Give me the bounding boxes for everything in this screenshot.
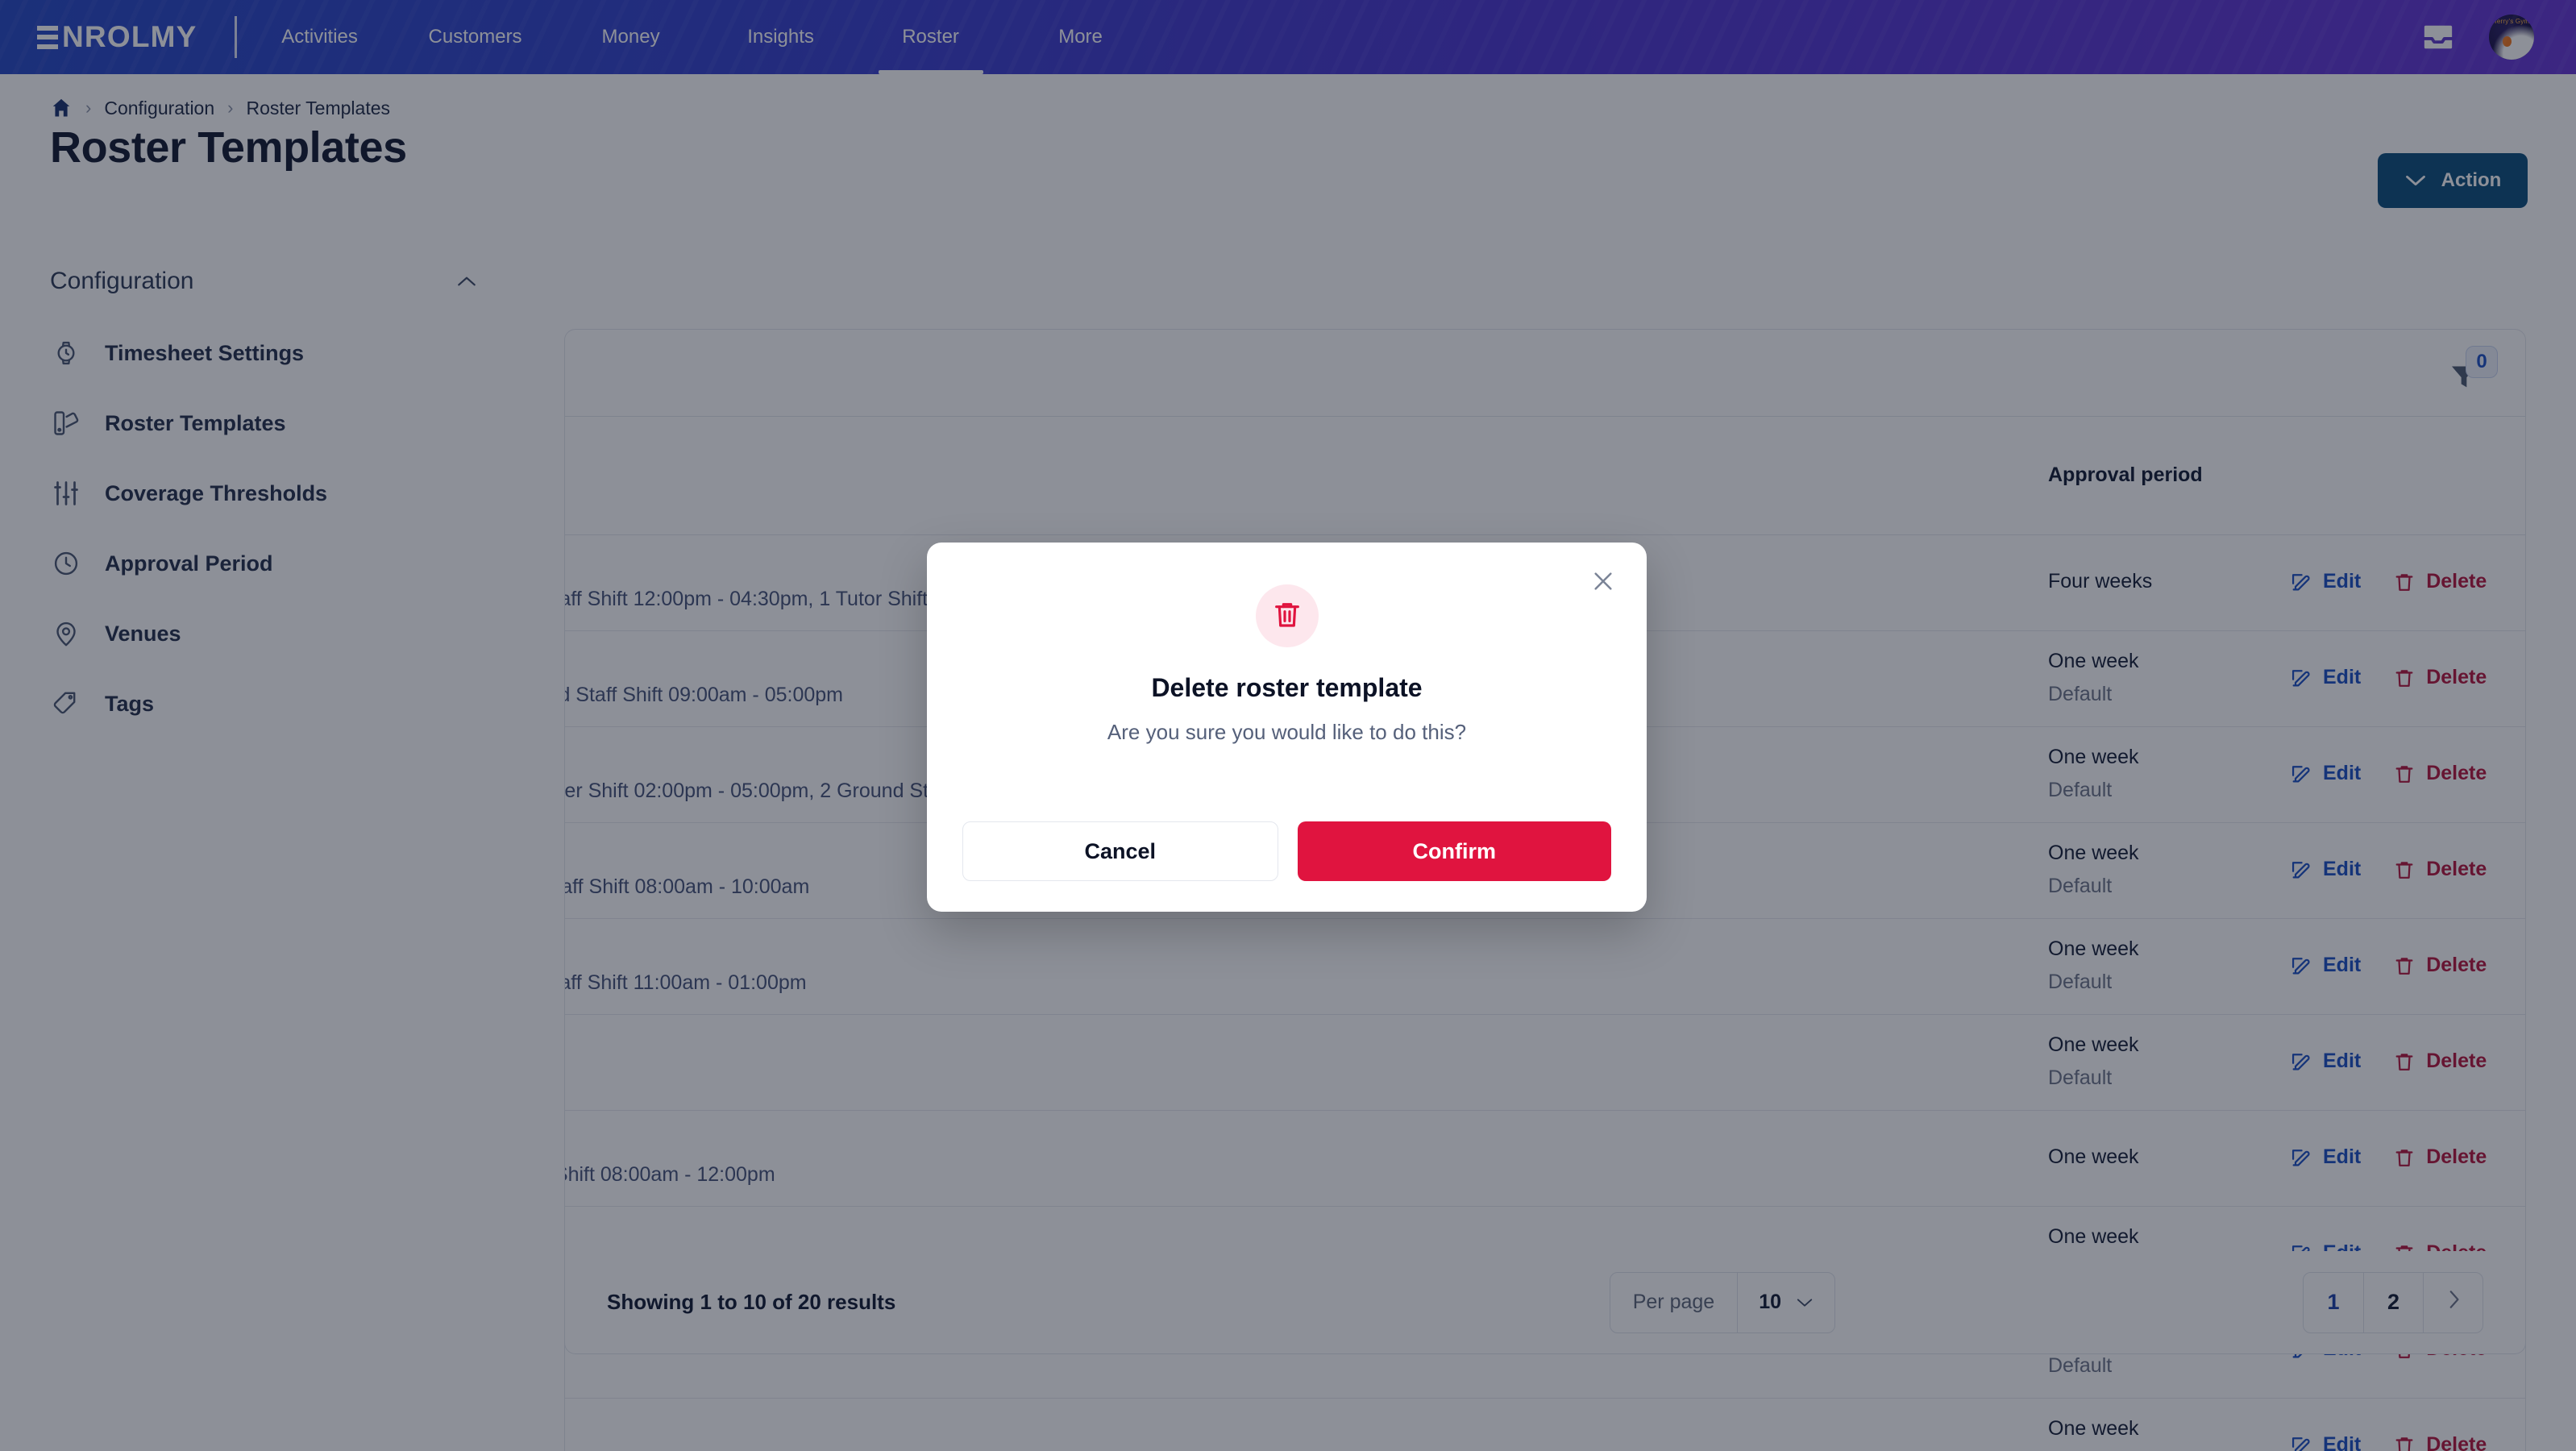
modal-trash-badge [1255,584,1319,647]
close-icon [1590,568,1616,598]
modal-actions: Cancel Confirm [962,821,1611,881]
delete-confirmation-modal: Delete roster template Are you sure you … [927,543,1647,912]
close-button[interactable] [1585,565,1621,601]
modal-subtitle: Are you sure you would like to do this? [1107,720,1467,744]
cancel-button[interactable]: Cancel [962,821,1278,881]
app-root: NROLMY Activities Customers Money Insigh… [0,0,2576,1451]
modal-title: Delete roster template [1151,673,1423,702]
trash-icon [1271,597,1303,635]
confirm-button[interactable]: Confirm [1297,821,1611,881]
